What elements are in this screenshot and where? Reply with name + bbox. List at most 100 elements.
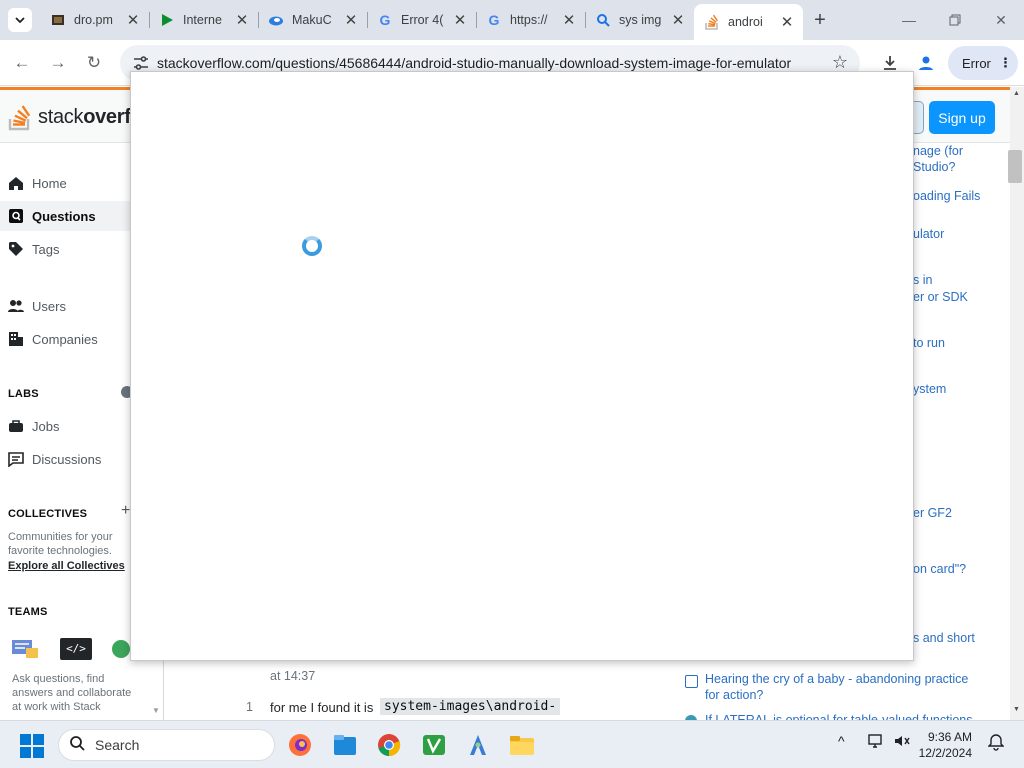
reload-button[interactable]: ↻ (80, 49, 108, 77)
chrome-app[interactable] (375, 731, 403, 759)
related-link[interactable]: ystem (913, 381, 946, 397)
nav-label: Discussions (32, 451, 102, 467)
clock-time: 9:36 AM (927, 730, 972, 744)
chevron-up-icon[interactable]: ^ (838, 733, 845, 749)
related-link[interactable]: ulator (913, 226, 944, 242)
hot-question-link[interactable]: for action? (705, 687, 763, 703)
notification-bell-icon[interactable] (987, 733, 1005, 754)
firefox-icon (289, 734, 311, 756)
hot-network-icon (685, 675, 698, 688)
hot-question-link[interactable]: Hearing the cry of a baby - abandoning p… (705, 671, 968, 687)
tab-1[interactable]: Interne ✕ (149, 4, 259, 36)
taskbar-search[interactable]: Search (58, 729, 275, 761)
comment-score: 1 (246, 700, 253, 714)
loading-dialog (130, 71, 914, 661)
error-menu-button[interactable]: Error ⋮ (948, 46, 1018, 80)
collectives-desc-2: favorite technologies. (8, 545, 112, 557)
tab-title: androi (728, 15, 763, 29)
related-link[interactable]: s in (913, 272, 932, 288)
file-manager-app[interactable] (508, 731, 536, 759)
taskbar: Search ^ 9:36 AM 12/2/2024 (0, 720, 1024, 768)
search-icon (595, 12, 611, 28)
vs-app[interactable] (420, 731, 448, 759)
minimize-button[interactable]: — (886, 0, 932, 40)
tab-2[interactable]: MakuC ✕ (258, 4, 368, 36)
related-link[interactable]: s and short (913, 630, 975, 646)
close-icon[interactable]: ✕ (561, 11, 577, 29)
add-collective-icon[interactable]: + (121, 502, 130, 520)
tab-5[interactable]: sys img ✕ (585, 4, 694, 36)
chrome-icon (378, 734, 401, 757)
tag-icon (8, 241, 24, 257)
comment-code: system-images\android- (380, 698, 561, 715)
teams-desc-3: at work with Stack (12, 701, 101, 713)
scroll-up-icon[interactable]: ▲ (1013, 90, 1020, 97)
related-link[interactable]: on card"? (913, 561, 966, 577)
file-explorer-app[interactable] (331, 731, 359, 759)
loading-spinner (302, 236, 322, 256)
hot-question-link[interactable]: If LATERAL is optional for table-valued … (705, 712, 973, 720)
related-link[interactable]: Studio? (913, 159, 955, 175)
signup-button[interactable]: Sign up (929, 101, 995, 134)
search-icon (69, 735, 85, 755)
cloud-icon (268, 12, 284, 28)
tab-title: Interne (183, 13, 222, 27)
teams-heading: TEAMS (8, 606, 48, 618)
back-button[interactable]: ← (8, 49, 36, 77)
home-icon (8, 175, 24, 191)
questions-icon (8, 208, 24, 224)
nav-label: Companies (32, 331, 98, 347)
scrollbar-thumb[interactable] (1008, 150, 1022, 183)
url-text: stackoverflow.com/questions/45686444/and… (157, 55, 792, 71)
close-icon[interactable]: ✕ (779, 13, 795, 31)
film-icon (50, 12, 66, 28)
tab-title: sys img (619, 13, 662, 27)
tab-title: Error 4( (401, 13, 444, 27)
tab-4[interactable]: G https:// ✕ (476, 4, 586, 36)
bookmark-star-icon[interactable]: ☆ (832, 52, 848, 73)
sidebar-scroll-down-icon[interactable]: ▼ (152, 706, 160, 715)
close-icon[interactable]: ✕ (125, 11, 141, 29)
users-icon (8, 298, 24, 314)
site-settings-icon (134, 56, 148, 70)
nav-label: Tags (32, 241, 60, 257)
new-tab-button[interactable]: + (808, 8, 832, 32)
related-link[interactable]: oading Fails (913, 188, 980, 204)
android-studio-app[interactable] (464, 731, 492, 759)
start-button[interactable] (20, 734, 44, 758)
so-logo[interactable]: stackoverfl (8, 102, 136, 132)
network-icon[interactable] (868, 733, 886, 752)
tab-0[interactable]: dro.pm ✕ (40, 4, 150, 36)
arrow-right-icon: → (49, 53, 67, 72)
more-vert-icon: ⋮ (998, 55, 1012, 70)
close-icon[interactable]: ✕ (452, 11, 468, 29)
profile-button[interactable] (912, 49, 940, 77)
tab-6-active[interactable]: androi ✕ (694, 4, 803, 40)
scroll-down-icon[interactable]: ▼ (1013, 706, 1020, 713)
restore-button[interactable] (932, 0, 978, 40)
close-icon[interactable]: ✕ (670, 11, 686, 29)
related-link[interactable]: to run (913, 335, 945, 351)
explore-collectives-link[interactable]: Explore all Collectives (8, 559, 125, 573)
nav-label: Users (32, 298, 66, 314)
related-link[interactable]: er GF2 (913, 505, 952, 521)
building-icon (8, 331, 24, 347)
tab-title: https:// (510, 13, 548, 27)
close-icon[interactable]: ✕ (343, 11, 359, 29)
collectives-desc-1: Communities for your (8, 531, 113, 543)
related-link[interactable]: nage (for (913, 143, 963, 159)
tab-search-button[interactable] (8, 8, 32, 32)
collectives-heading: COLLECTIVES (8, 508, 88, 520)
tab-title: MakuC (292, 13, 332, 27)
speaker-muted-icon[interactable] (893, 733, 911, 752)
play-icon (159, 12, 175, 28)
close-icon[interactable]: ✕ (234, 11, 250, 29)
close-window-button[interactable]: ✕ (978, 0, 1024, 40)
forward-button[interactable]: → (44, 49, 72, 77)
related-link[interactable]: er or SDK (913, 289, 968, 305)
taskbar-clock[interactable]: 9:36 AM 12/2/2024 (918, 729, 972, 761)
tab-3[interactable]: G Error 4( ✕ (367, 4, 477, 36)
android-studio-icon (470, 735, 486, 755)
teams-desc-1: Ask questions, find (12, 673, 105, 685)
firefox-app[interactable] (286, 731, 314, 759)
